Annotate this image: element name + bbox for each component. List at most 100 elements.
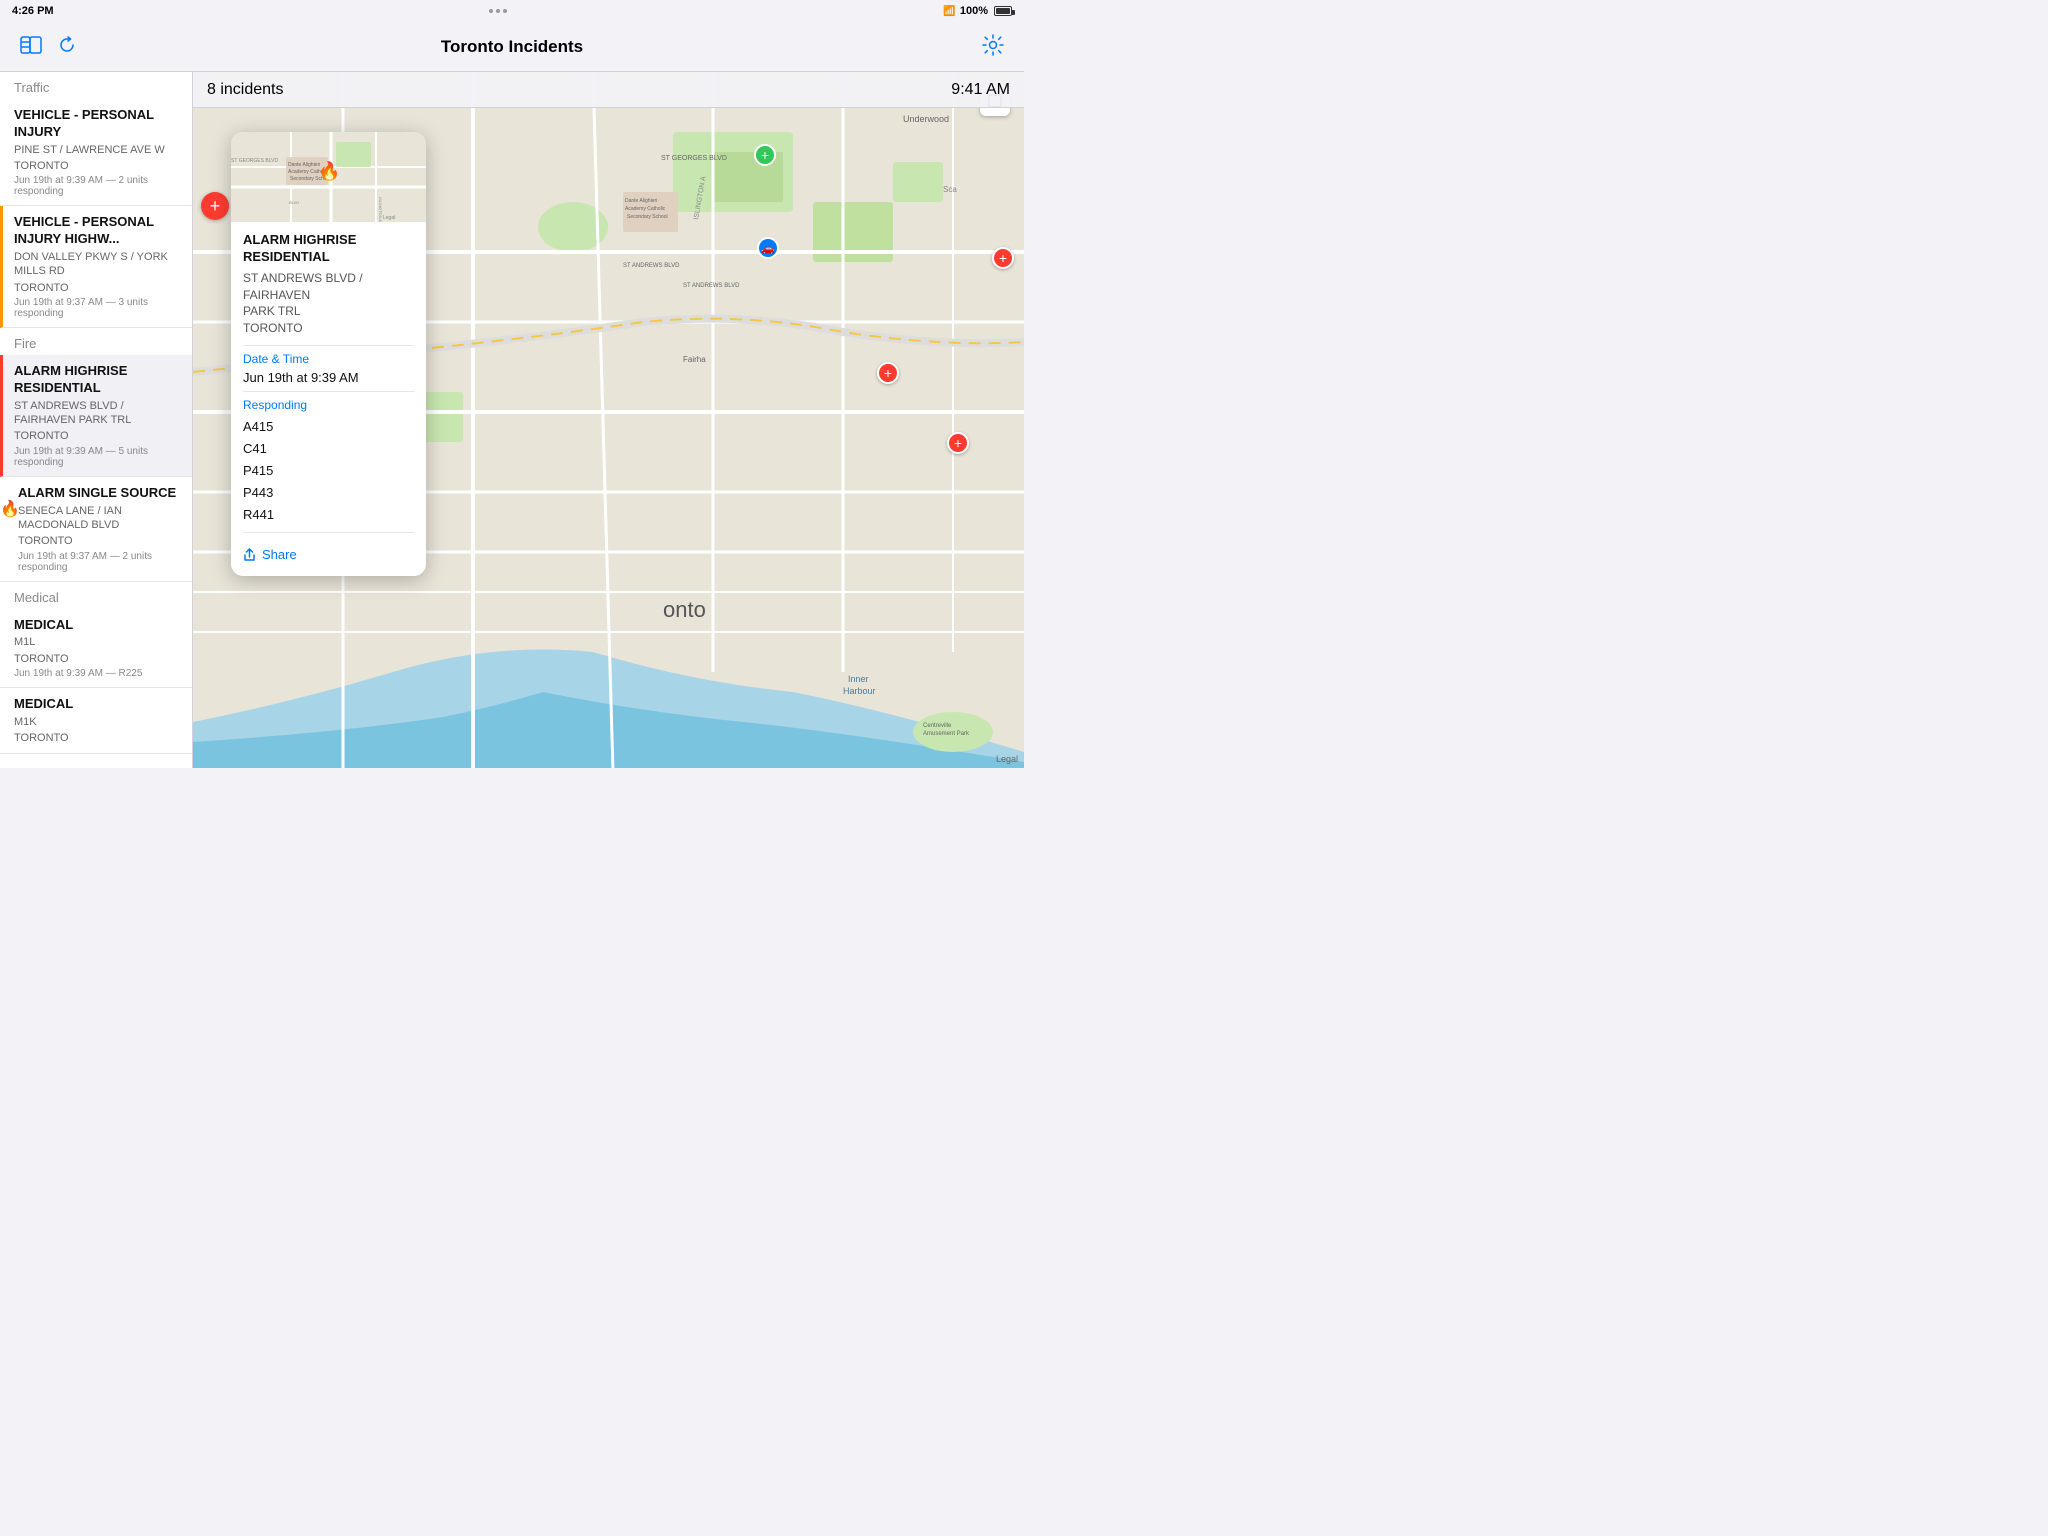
map-marker-plus-3[interactable]: + <box>947 432 969 454</box>
incident-address: M1L <box>14 635 178 649</box>
incident-city: TORONTO <box>14 429 178 443</box>
svg-text:onto: onto <box>663 597 706 622</box>
incident-title: VEHICLE - PERSONAL INJURY HIGHW... <box>14 214 178 248</box>
category-traffic: Traffic <box>0 72 192 99</box>
map-marker-car: 🚗 <box>757 237 779 259</box>
svg-text:ST ANDREWS BLVD: ST ANDREWS BLVD <box>623 263 680 269</box>
incident-popup: Dante Alighieri Academy Catholic Seconda… <box>231 132 426 576</box>
incident-meta: Jun 19th at 9:37 AM — 2 units responding <box>18 551 178 573</box>
svg-text:🔥: 🔥 <box>318 160 340 181</box>
gear-icon <box>982 34 1004 56</box>
share-icon <box>243 548 256 562</box>
refresh-icon <box>58 36 76 54</box>
incident-title: MEDICAL <box>14 617 178 634</box>
incidents-time: 9:41 AM <box>951 81 1010 99</box>
incident-address: ST ANDREWS BLVD / FAIRHAVEN PARK TRL <box>14 399 178 428</box>
map-add-button[interactable]: + <box>201 192 229 220</box>
incident-address: M1K <box>14 715 178 729</box>
unit-p443: P443 <box>243 482 414 504</box>
map-legal-label: Legal <box>996 754 1018 764</box>
nav-bar: Toronto Incidents <box>0 22 1024 72</box>
sidebar-icon <box>20 36 42 54</box>
svg-text:Dante Alighieri: Dante Alighieri <box>288 162 320 168</box>
battery-icon <box>994 6 1012 16</box>
svg-text:Harbour: Harbour <box>843 686 876 696</box>
svg-text:ST GEORGES BLVD: ST GEORGES BLVD <box>661 155 727 162</box>
map-marker-green[interactable]: + <box>754 144 776 166</box>
unit-p415: P415 <box>243 460 414 482</box>
status-bar: 4:26 PM 📶 100% <box>0 0 1024 22</box>
map-marker-plus-1[interactable]: + <box>992 247 1014 269</box>
category-fire: Fire <box>0 328 192 355</box>
incident-meta: Jun 19th at 9:37 AM — 3 units responding <box>14 297 178 319</box>
incident-item[interactable]: MEDICAL M1K TORONTO <box>0 688 192 754</box>
incident-meta: Jun 19th at 9:39 AM — R225 <box>14 668 178 679</box>
popup-datetime-value: Jun 19th at 9:39 AM <box>243 370 414 385</box>
status-dots <box>489 9 507 13</box>
svg-text:ST GEORGES BLVD: ST GEORGES BLVD <box>231 158 278 164</box>
incident-item[interactable]: VEHICLE - PERSONAL INJURY HIGHW... DON V… <box>0 206 192 328</box>
settings-button[interactable] <box>978 30 1008 63</box>
svg-text:Secondary School: Secondary School <box>627 214 668 220</box>
svg-text:Academy Catholic: Academy Catholic <box>625 206 666 212</box>
incident-meta: Jun 19th at 9:39 AM — 5 units responding <box>14 446 178 468</box>
share-label: Share <box>262 547 297 562</box>
svg-text:Fairha: Fairha <box>683 355 706 364</box>
incident-item[interactable]: VEHICLE - PERSONAL INJURY PINE ST / LAWR… <box>0 99 192 206</box>
wifi-icon: 📶 <box>943 6 955 17</box>
status-time: 4:26 PM <box>12 5 54 17</box>
incidents-bar: 8 incidents 9:41 AM <box>193 72 1024 108</box>
svg-text:Inner: Inner <box>848 674 869 684</box>
popup-divider-1 <box>243 345 414 346</box>
popup-responding-label: Responding <box>243 398 414 412</box>
incident-meta: Jun 19th at 9:39 AM — 2 units responding <box>14 175 178 197</box>
nav-right <box>928 30 1008 63</box>
svg-text:Dante Alighieri: Dante Alighieri <box>625 198 657 204</box>
map-area: ISLINGTON A ST GEORGES BLVD ST ANDREWS B… <box>193 72 1024 768</box>
incident-title: MEDICAL <box>14 696 178 713</box>
popup-map-thumbnail: Dante Alighieri Academy Catholic Seconda… <box>231 132 426 222</box>
incidents-count: 8 incidents <box>207 81 284 99</box>
unit-a415: A415 <box>243 416 414 438</box>
incident-item-active[interactable]: ALARM HIGHRISE RESIDENTIAL ST ANDREWS BL… <box>0 355 192 477</box>
share-button[interactable]: Share <box>243 539 414 566</box>
popup-divider-3 <box>243 532 414 533</box>
svg-text:BLVD: BLVD <box>289 200 299 205</box>
sidebar-toggle-button[interactable] <box>16 32 46 61</box>
popup-body: ALARM HIGHRISE RESIDENTIAL ST ANDREWS BL… <box>231 222 426 576</box>
incident-title: ALARM HIGHRISE RESIDENTIAL <box>14 363 178 397</box>
popup-title: ALARM HIGHRISE RESIDENTIAL <box>243 232 414 266</box>
page-title: Toronto Incidents <box>96 37 928 57</box>
incident-address: PINE ST / LAWRENCE AVE W <box>14 143 178 157</box>
popup-divider-2 <box>243 391 414 392</box>
popup-datetime-label: Date & Time <box>243 352 414 366</box>
svg-text:Sca: Sca <box>943 185 957 194</box>
incident-city: TORONTO <box>14 281 178 295</box>
incident-address: SENECA LANE / IAN MACDONALD BLVD <box>18 504 178 533</box>
map-marker-plus-2[interactable]: + <box>877 362 899 384</box>
refresh-button[interactable] <box>54 32 80 61</box>
incident-item[interactable]: 🔥 ALARM SINGLE SOURCE SENECA LANE / IAN … <box>0 477 192 582</box>
category-medical: Medical <box>0 582 192 609</box>
status-right: 📶 100% <box>943 5 1012 17</box>
incident-city: TORONTO <box>18 534 178 548</box>
battery-level: 100% <box>960 5 988 17</box>
svg-text:ST ANDREWS BLVD: ST ANDREWS BLVD <box>683 283 740 289</box>
incident-title: ALARM SINGLE SOURCE <box>18 485 178 502</box>
incident-city: TORONTO <box>14 652 178 666</box>
incident-address: DON VALLEY PKWY S / YORK MILLS RD <box>14 250 178 279</box>
incident-title: VEHICLE - PERSONAL INJURY <box>14 107 178 141</box>
unit-c41: C41 <box>243 438 414 460</box>
nav-left <box>16 32 96 61</box>
svg-text:Centreville: Centreville <box>923 723 952 729</box>
svg-text:Underwood: Underwood <box>903 114 949 124</box>
incident-item[interactable]: MEDICAL M1L TORONTO Jun 19th at 9:39 AM … <box>0 609 192 688</box>
unit-r441: R441 <box>243 504 414 526</box>
svg-text:Amusement Park: Amusement Park <box>923 731 970 737</box>
popup-address: ST ANDREWS BLVD / FAIRHAVEN PARK TRL TOR… <box>243 270 414 337</box>
popup-units: A415 C41 P415 P443 R441 <box>243 416 414 526</box>
incident-city: TORONTO <box>14 159 178 173</box>
incident-city: TORONTO <box>14 731 178 745</box>
sidebar: Traffic VEHICLE - PERSONAL INJURY PINE S… <box>0 22 193 768</box>
svg-text:Legal: Legal <box>383 215 395 221</box>
